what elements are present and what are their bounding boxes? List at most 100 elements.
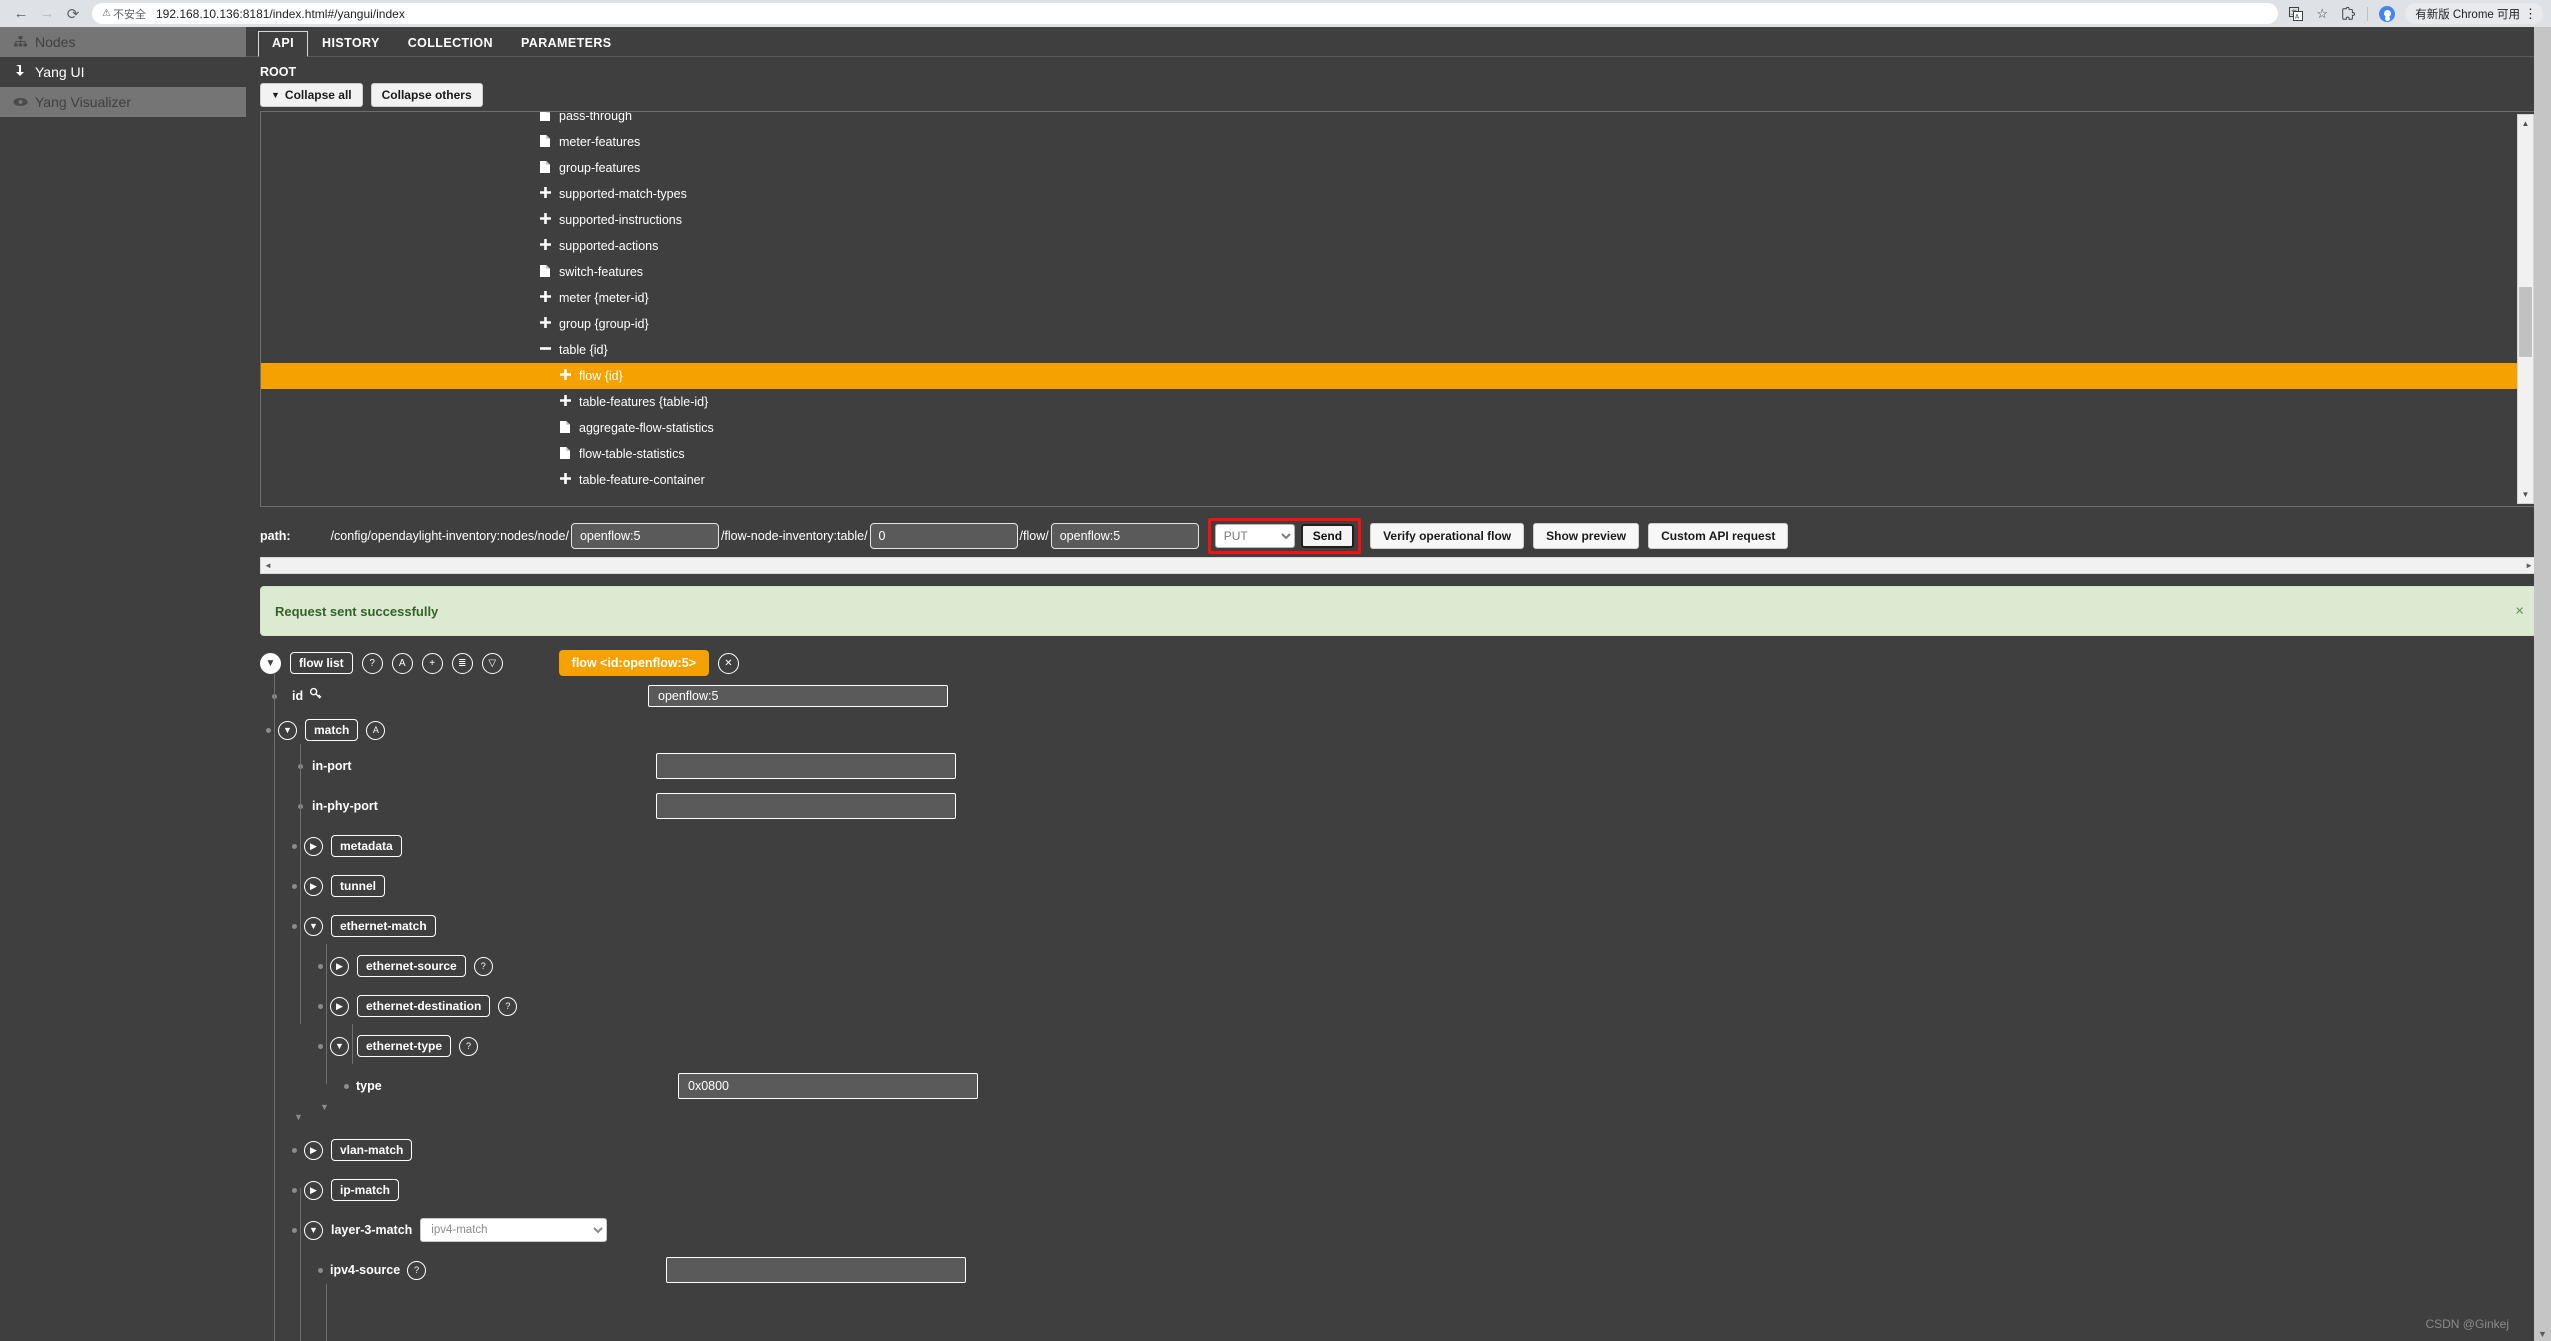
verify-operational-flow-button[interactable]: Verify operational flow — [1370, 523, 1525, 549]
collapse-all-button[interactable]: ▼ Collapse all — [260, 83, 363, 107]
in-phy-port-input[interactable] — [656, 793, 956, 819]
ipv4-source-input[interactable] — [666, 1257, 966, 1283]
tab-api[interactable]: API — [258, 31, 309, 57]
ethernet-match-label[interactable]: ethernet-match — [331, 915, 436, 937]
ethernet-type-label[interactable]: ethernet-type — [357, 1035, 452, 1057]
table-id-input[interactable] — [869, 523, 1018, 549]
close-icon[interactable]: × — [2515, 603, 2524, 620]
help-icon[interactable]: ? — [498, 996, 518, 1016]
custom-api-request-button[interactable]: Custom API request — [1648, 523, 1789, 549]
flow-list-header: ▼ flow list ? A + ≣ ▽ flow <id:openflow:… — [260, 648, 2537, 678]
match-label[interactable]: match — [305, 719, 359, 741]
chrome-update-label: 有新版 Chrome 可用 — [2415, 8, 2520, 21]
tree-item[interactable]: table-feature-container — [261, 467, 2536, 493]
path-horizontal-scrollbar[interactable]: ◄ ► — [260, 557, 2537, 574]
tab-collection[interactable]: COLLECTION — [394, 31, 507, 56]
ip-match-expand-toggle-icon[interactable]: ▶ — [304, 1180, 323, 1200]
security-indicator[interactable]: ⚠ 不安全 — [102, 6, 146, 22]
id-value-input[interactable] — [648, 685, 948, 707]
tree-item[interactable]: table-features {table-id} — [261, 389, 2536, 415]
flow-instance-badge[interactable]: flow <id:openflow:5> — [558, 650, 709, 676]
ethernet-source-expand-toggle-icon[interactable]: ▶ — [330, 956, 349, 976]
tree-item[interactable]: table {id} — [261, 337, 2536, 363]
metadata-expand-toggle-icon[interactable]: ▶ — [304, 836, 323, 856]
extensions-icon[interactable] — [2336, 3, 2360, 25]
page-scrollbar[interactable]: ▼ — [2534, 27, 2551, 1341]
ethernet-source-label[interactable]: ethernet-source — [357, 955, 466, 977]
profile-icon[interactable] — [2375, 3, 2399, 25]
tree-item[interactable]: meter {meter-id} — [261, 285, 2536, 311]
scroll-left-arrow-icon[interactable]: ◄ — [264, 561, 272, 570]
add-list-item-icon[interactable]: + — [421, 652, 443, 674]
tree-item[interactable]: group {group-id} — [261, 311, 2536, 337]
ethernet-type-expand-toggle-icon[interactable]: ▼ — [330, 1036, 349, 1056]
scroll-down-arrow-icon[interactable]: ▼ — [2518, 486, 2533, 503]
metadata-label[interactable]: metadata — [331, 835, 402, 857]
help-icon[interactable]: ? — [459, 1036, 479, 1056]
ethernet-match-expand-toggle-icon[interactable]: ▼ — [304, 916, 323, 936]
help-icon[interactable]: ? — [473, 956, 493, 976]
match-expand-toggle-icon[interactable]: ▼ — [278, 720, 297, 740]
tree-scrollbar[interactable]: ▲ ▼ — [2517, 114, 2534, 504]
tab-parameters[interactable]: PARAMETERS — [507, 31, 626, 56]
augment-icon[interactable]: A — [391, 652, 413, 674]
translate-icon[interactable]: 文A — [2284, 3, 2308, 25]
bookmark-star-icon[interactable]: ☆ — [2310, 3, 2334, 25]
tree-item[interactable]: pass-through — [261, 112, 2536, 129]
tree-connector-line — [326, 944, 327, 1084]
remove-instance-icon[interactable]: ✕ — [717, 652, 739, 674]
sidebar-item-yang-visualizer[interactable]: Yang Visualizer — [0, 87, 246, 117]
tree-item[interactable]: supported-instructions — [261, 207, 2536, 233]
in-port-input[interactable] — [656, 753, 956, 779]
back-button[interactable]: ← — [8, 3, 34, 25]
tree-item[interactable]: supported-match-types — [261, 181, 2536, 207]
layer3-match-expand-toggle-icon[interactable]: ▼ — [304, 1220, 323, 1240]
chrome-update-button[interactable]: 有新版 Chrome 可用 ⋮ — [2405, 3, 2543, 24]
tree-item-label: aggregate-flow-statistics — [579, 421, 714, 435]
ethernet-destination-expand-toggle-icon[interactable]: ▶ — [330, 996, 349, 1016]
forward-button[interactable]: → — [34, 3, 60, 25]
tree-scroll-track[interactable] — [2518, 132, 2533, 486]
ethernet-type-value-input[interactable] — [678, 1073, 978, 1099]
sidebar-item-yang-ui[interactable]: Yang UI — [0, 57, 246, 87]
node-id-input[interactable] — [570, 523, 719, 549]
help-icon[interactable]: ? — [361, 652, 383, 674]
page-scroll-thumb[interactable] — [2535, 27, 2550, 1257]
vlan-match-label[interactable]: vlan-match — [331, 1139, 413, 1161]
tree-item[interactable]: aggregate-flow-statistics — [261, 415, 2536, 441]
tree-item[interactable]: flow {id} — [261, 363, 2536, 389]
flow-list-label[interactable]: flow list — [290, 652, 353, 674]
http-method-select[interactable]: GETPUTPOSTDELETE — [1214, 524, 1295, 548]
tree-item[interactable]: group-features — [261, 155, 2536, 181]
sidebar-item-nodes[interactable]: Nodes — [0, 27, 246, 57]
list-view-icon[interactable]: ≣ — [451, 652, 473, 674]
tunnel-label[interactable]: tunnel — [331, 875, 385, 897]
expand-toggle-icon[interactable]: ▼ — [260, 652, 281, 674]
filter-icon[interactable]: ▽ — [481, 652, 503, 674]
flow-id-input[interactable] — [1050, 523, 1199, 549]
scroll-up-arrow-icon[interactable]: ▲ — [2518, 115, 2533, 132]
tree-item[interactable]: supported-actions — [261, 233, 2536, 259]
match-augment-icon[interactable]: A — [366, 720, 386, 740]
collapse-others-button[interactable]: Collapse others — [370, 83, 483, 107]
reload-button[interactable]: ⟳ — [60, 3, 86, 25]
tunnel-expand-toggle-icon[interactable]: ▶ — [304, 876, 323, 896]
layer3-match-select[interactable]: ipv4-matchipv6-matcharp-matchtunnel-ipv4… — [420, 1218, 608, 1242]
address-bar[interactable]: ⚠ 不安全 192.168.10.136:8181/index.html#/ya… — [92, 3, 2279, 24]
scroll-right-arrow-icon[interactable]: ► — [2525, 561, 2533, 570]
send-button[interactable]: Send — [1300, 524, 1355, 548]
vlan-match-expand-toggle-icon[interactable]: ▶ — [304, 1140, 323, 1160]
ethernet-destination-label[interactable]: ethernet-destination — [357, 995, 491, 1017]
browser-toolbar: ← → ⟳ ⚠ 不安全 192.168.10.136:8181/index.ht… — [0, 0, 2551, 27]
tree-item[interactable]: meter-features — [261, 129, 2536, 155]
help-icon[interactable]: ? — [407, 1260, 427, 1280]
browser-menu-icon[interactable]: ⋮ — [2524, 7, 2537, 20]
show-preview-button[interactable]: Show preview — [1533, 523, 1640, 549]
tab-history[interactable]: HISTORY — [308, 31, 394, 56]
tree-item[interactable]: flow-table-statistics — [261, 441, 2536, 467]
ip-match-label[interactable]: ip-match — [331, 1179, 400, 1201]
tree-node-dot-icon — [344, 1083, 349, 1089]
page-scroll-down-arrow-icon[interactable]: ▼ — [2534, 1329, 2551, 1339]
tree-scroll-thumb[interactable] — [2519, 287, 2532, 357]
tree-item[interactable]: switch-features — [261, 259, 2536, 285]
